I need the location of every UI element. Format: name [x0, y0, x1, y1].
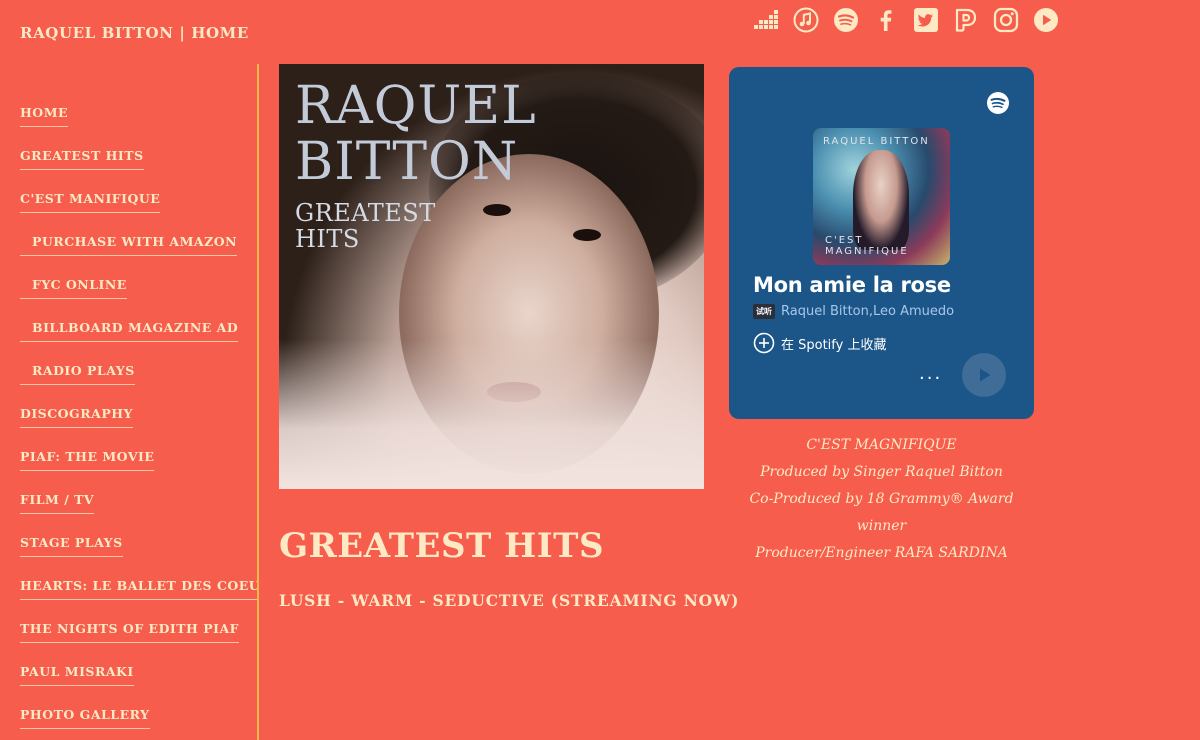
- sidebar-item-billboard-ad[interactable]: BILLBOARD MAGAZINE AD: [20, 320, 239, 342]
- spotify-logo-icon[interactable]: [986, 91, 1010, 115]
- album-photo-eye-left: [483, 204, 511, 216]
- spotify-artist-row: 试听 Raquel Bitton,Leo Amuedo: [753, 304, 954, 319]
- album-caption: C'EST MAGNIFIQUE Produced by Singer Raqu…: [729, 432, 1034, 567]
- twitter-icon[interactable]: [912, 6, 940, 34]
- preview-badge: 试听: [753, 304, 775, 319]
- deezer-icon[interactable]: [752, 6, 780, 34]
- album-subtitle-line1: GREATEST: [295, 199, 436, 227]
- sidebar-item-fyc-online[interactable]: FYC ONLINE: [20, 277, 127, 299]
- cover-album-text: C'EST MAGNIFIQUE: [825, 235, 909, 257]
- album-photo-eye-right: [573, 229, 601, 241]
- album-title-line1: RAQUEL: [295, 76, 537, 136]
- page-tagline: LUSH - WARM - SEDUCTIVE (STREAMING NOW): [279, 591, 740, 610]
- album-photo-shoulder: [279, 339, 704, 489]
- caption-line: Co-Produced by 18 Grammy® Award: [749, 491, 1014, 507]
- spotify-icon[interactable]: [832, 6, 860, 34]
- spotify-save-label: 在 Spotify 上收藏: [781, 337, 887, 353]
- spotify-track-cover[interactable]: RAQUEL BITTON C'EST MAGNIFIQUE: [813, 128, 950, 265]
- album-subtitle-line2: HITS: [295, 225, 360, 253]
- sidebar-item-film-tv[interactable]: FILM / TV: [20, 492, 95, 514]
- sidebar-nav: HOME GREATEST HITS C'EST MANIFIQUE PURCH…: [0, 64, 259, 740]
- sidebar-item-paul-misraki[interactable]: PAUL MISRAKI: [20, 664, 134, 686]
- play-icon: [980, 368, 991, 382]
- album-title-line2: BITTON: [295, 132, 519, 192]
- caption-line: winner: [856, 518, 907, 534]
- caption-line: C'EST MAGNIFIQUE: [806, 437, 957, 453]
- sidebar-item-radio-plays[interactable]: RADIO PLAYS: [20, 363, 135, 385]
- cover-artist-text: RAQUEL BITTON: [823, 136, 930, 147]
- album-subtitle: GREATEST HITS: [295, 200, 436, 252]
- add-circle-icon: [753, 332, 775, 354]
- youtube-icon[interactable]: [1032, 6, 1060, 34]
- sidebar-item-discography[interactable]: DISCOGRAPHY: [20, 406, 133, 428]
- sidebar-item-stage-plays[interactable]: STAGE PLAYS: [20, 535, 123, 557]
- caption-line: Produced by Singer Raquel Bitton: [760, 464, 1003, 480]
- site-title[interactable]: RAQUEL BITTON | HOME: [20, 24, 249, 42]
- album-cover-image: RAQUEL BITTON GREATEST HITS: [279, 64, 704, 489]
- page-heading: GREATEST HITS: [279, 526, 605, 566]
- album-artist-title: RAQUEL BITTON: [295, 78, 537, 190]
- spotify-embed-player[interactable]: RAQUEL BITTON C'EST MAGNIFIQUE Mon amie …: [729, 67, 1034, 419]
- sidebar-item-greatest-hits[interactable]: GREATEST HITS: [20, 148, 144, 170]
- play-button[interactable]: [962, 353, 1006, 397]
- sidebar-item-piaf-movie[interactable]: PIAF: THE MOVIE: [20, 449, 155, 471]
- sidebar-item-photo-gallery[interactable]: PHOTO GALLERY: [20, 707, 150, 729]
- spotify-artist-names[interactable]: Raquel Bitton,Leo Amuedo: [781, 304, 954, 319]
- sidebar-item-purchase-amazon[interactable]: PURCHASE WITH AMAZON: [20, 234, 238, 256]
- social-links: [752, 6, 1060, 34]
- sidebar-item-hearts-ballet[interactable]: HEARTS: LE BALLET DES COEURS: [20, 578, 257, 600]
- sidebar-item-home[interactable]: HOME: [20, 105, 69, 127]
- apple-music-icon[interactable]: [792, 6, 820, 34]
- pandora-icon[interactable]: [952, 6, 980, 34]
- spotify-save-button[interactable]: 在 Spotify 上收藏: [753, 332, 886, 354]
- more-options-icon[interactable]: ...: [919, 363, 942, 384]
- caption-line: Producer/Engineer RAFA SARDINA: [755, 545, 1008, 561]
- instagram-icon[interactable]: [992, 6, 1020, 34]
- sidebar-item-nights-edith-piaf[interactable]: THE NIGHTS OF EDITH PIAF: [20, 621, 240, 643]
- sidebar-item-cest-manifique[interactable]: C'EST MANIFIQUE: [20, 191, 161, 213]
- spotify-song-title[interactable]: Mon amie la rose: [753, 273, 951, 297]
- facebook-icon[interactable]: [872, 6, 900, 34]
